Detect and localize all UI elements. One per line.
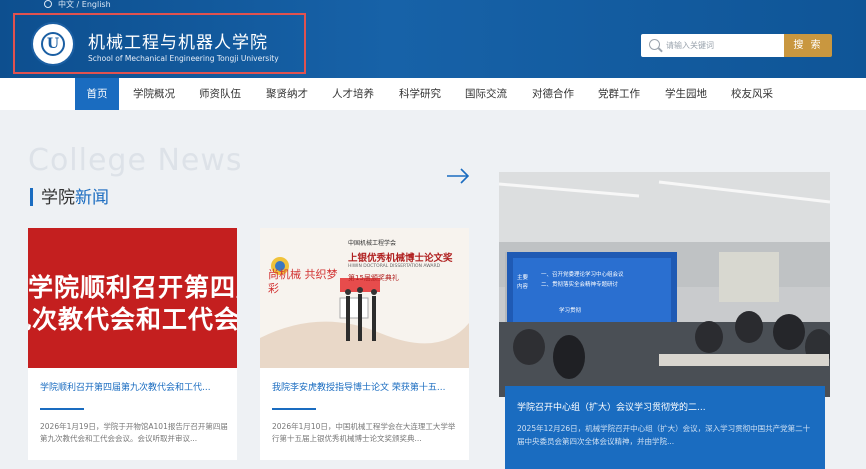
section-title-a: 学院 bbox=[41, 188, 75, 208]
nav-item-research[interactable]: 科学研究 bbox=[394, 78, 446, 110]
award-ceremony: 第15届颁奖典礼 bbox=[348, 274, 399, 282]
nav-item-alumni[interactable]: 校友风采 bbox=[726, 78, 778, 110]
search-box[interactable] bbox=[641, 34, 784, 57]
school-name-en: School of Mechanical Engineering Tongji … bbox=[88, 54, 279, 63]
featured-photo[interactable]: 一、召开党委理论学习中心组会议 二、贯彻落实全会精神专题研讨 主要 内容 学习贯… bbox=[499, 172, 830, 397]
featured-title[interactable]: 学院召开中心组（扩大）会议学习贯彻党的二... bbox=[517, 400, 706, 413]
news-card[interactable]: 中国机械工程学会 尚机械 共织梦彩 上银优秀机械博士论文奖 HIWIN DOCT… bbox=[260, 228, 469, 460]
main-nav: 首页 学院概况 师资队伍 聚贤纳才 人才培养 科学研究 国际交流 对德合作 党群… bbox=[0, 78, 866, 110]
nav-item-overview[interactable]: 学院概况 bbox=[128, 78, 180, 110]
site-header: 中文 / English U 机械工程与机器人学院 School of Mech… bbox=[0, 0, 866, 78]
language-switch[interactable]: 中文 / English bbox=[44, 0, 111, 11]
news-title[interactable]: 我院李安虎教授指导博士论文 荣获第十五... bbox=[272, 380, 462, 393]
screen-side: 主要 内容 bbox=[517, 274, 528, 292]
school-logo-block[interactable]: U 机械工程与机器人学院 School of Mechanical Engine… bbox=[13, 13, 306, 74]
award-org: 中国机械工程学会 bbox=[348, 240, 397, 247]
arrow-right-icon[interactable] bbox=[446, 166, 470, 186]
featured-news[interactable]: 一、召开党委理论学习中心组会议 二、贯彻落实全会精神专题研讨 主要 内容 学习贯… bbox=[499, 172, 830, 469]
news-summary: 2026年1月19日，学院于开物馆A101报告厅召开第四届第九次教代会和工代会会… bbox=[40, 422, 228, 443]
section-title: 学院新闻 bbox=[30, 183, 109, 208]
featured-summary: 2025年12月26日，机械学院召开中心组（扩大）会议，深入学习贯彻中国共产党第… bbox=[517, 424, 811, 446]
news-card[interactable]: 学院顺利召开第四届 九次教代会和工代会 学院顺利召开第四届第九次教代会和工代..… bbox=[28, 228, 237, 460]
screen-line: 二、贯彻落实全会精神专题研讨 bbox=[541, 282, 619, 288]
nav-item-education[interactable]: 人才培养 bbox=[327, 78, 379, 110]
search-input[interactable] bbox=[666, 37, 776, 53]
title-underline bbox=[272, 408, 316, 410]
award-en: HIWIN DOCTORAL DISSERTATION AWARD bbox=[348, 264, 441, 269]
news-summary: 2026年1月10日，中国机械工程学会在大连理工大学举行第十五届上银优秀机械博士… bbox=[272, 422, 456, 443]
screen-footer: 学习贯彻 bbox=[559, 308, 582, 314]
news-image[interactable]: 中国机械工程学会 尚机械 共织梦彩 上银优秀机械博士论文奖 HIWIN DOCT… bbox=[260, 228, 469, 368]
screen-text: 一、召开党委理论学习中心组会议 二、贯彻落实全会精神专题研讨 bbox=[541, 270, 624, 290]
university-seal-logo: U bbox=[31, 22, 75, 66]
search-icon bbox=[649, 39, 660, 50]
nav-item-students[interactable]: 学生园地 bbox=[660, 78, 712, 110]
screen-side-line: 主要 bbox=[517, 275, 529, 281]
news-image-text: 学院顺利召开第四届 bbox=[28, 273, 237, 302]
nav-item-party[interactable]: 党群工作 bbox=[593, 78, 645, 110]
award-headline: 上银优秀机械博士论文奖 bbox=[348, 253, 453, 264]
news-image-text: 九次教代会和工代会 bbox=[28, 305, 237, 334]
screen-side-line: 内容 bbox=[517, 284, 529, 290]
nav-item-home[interactable]: 首页 bbox=[75, 78, 119, 110]
school-name-cn: 机械工程与机器人学院 bbox=[88, 33, 268, 53]
section-watermark: College News bbox=[28, 143, 243, 178]
nav-item-recruitment[interactable]: 聚贤纳才 bbox=[261, 78, 313, 110]
language-links[interactable]: 中文 / English bbox=[58, 0, 111, 9]
featured-caption[interactable]: 学院召开中心组（扩大）会议学习贯彻党的二... 2025年12月26日，机械学院… bbox=[505, 386, 825, 469]
news-title[interactable]: 学院顺利召开第四届第九次教代会和工代... bbox=[40, 380, 230, 393]
globe-icon bbox=[44, 0, 52, 8]
nav-item-german-coop[interactable]: 对德合作 bbox=[527, 78, 579, 110]
section-title-b: 新闻 bbox=[75, 188, 109, 208]
nav-item-faculty[interactable]: 师资队伍 bbox=[194, 78, 246, 110]
title-accent-bar bbox=[30, 188, 33, 206]
title-underline bbox=[40, 408, 84, 410]
award-ceremony-photo bbox=[260, 228, 469, 368]
news-image[interactable]: 学院顺利召开第四届 九次教代会和工代会 bbox=[28, 228, 237, 368]
search-button[interactable]: 搜 索 bbox=[784, 34, 832, 57]
screen-line: 一、召开党委理论学习中心组会议 bbox=[541, 272, 624, 278]
award-calligraphy: 尚机械 共织梦彩 bbox=[268, 268, 338, 295]
nav-item-international[interactable]: 国际交流 bbox=[460, 78, 512, 110]
